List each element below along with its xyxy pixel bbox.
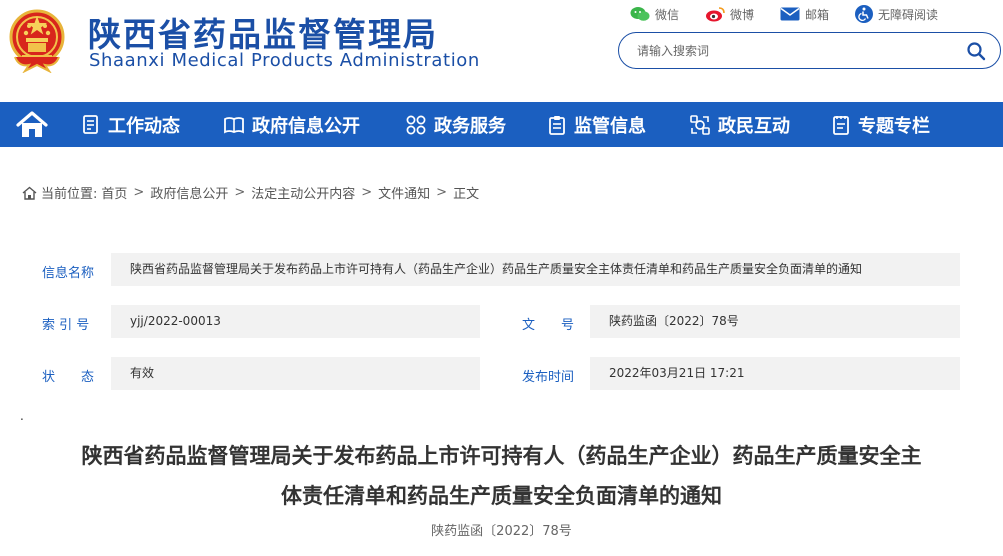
main-nav: 工作动态 政府信息公开 政务服务 监管信息 政民互动 专题专栏 (0, 102, 1003, 147)
search-input[interactable] (637, 41, 947, 61)
info-docno-value: 陕药监函〔2022〕78号 (590, 305, 960, 338)
info-name-value: 陕西省药品监督管理局关于发布药品上市许可持有人（药品生产企业）药品生产质量安全主… (111, 253, 960, 286)
interaction-icon (690, 114, 710, 135)
info-index-label: 索 引 号 (42, 318, 90, 333)
mail-icon (780, 7, 800, 21)
nav-item-label: 监管信息 (574, 115, 646, 137)
weibo-icon (706, 7, 725, 22)
nav-item-label: 政府信息公开 (252, 115, 360, 137)
mail-label: 邮箱 (805, 7, 830, 22)
accessibility-icon (855, 5, 874, 23)
breadcrumb-item-gov-info[interactable]: 政府信息公开 (150, 183, 228, 202)
clipboard-icon (549, 115, 565, 135)
wechat-link[interactable]: 微信 (630, 6, 679, 23)
info-status-label: 状 态 (42, 370, 95, 385)
nav-item-label: 政民互动 (718, 115, 790, 137)
nav-item-label: 工作动态 (108, 115, 180, 137)
info-date-label: 发布时间 (522, 370, 575, 385)
grid-icon (406, 115, 426, 134)
info-index-value: yjj/2022-00013 (111, 305, 480, 338)
breadcrumb-separator: > (133, 185, 145, 200)
nav-item-label: 专题专栏 (858, 115, 930, 137)
info-name-label: 信息名称 (42, 266, 95, 281)
site-header: 陕西省药品监督管理局 Shaanxi Medical Products Admi… (0, 0, 1003, 102)
info-docno-label: 文 号 (522, 318, 575, 333)
info-date-value: 2022年03月21日 17:21 (590, 357, 960, 390)
nav-home-button[interactable] (0, 102, 64, 147)
breadcrumb-item-notices[interactable]: 文件通知 (378, 183, 430, 202)
accessibility-label: 无障碍阅读 (878, 7, 939, 22)
article-title-line-2: 体责任清单和药品生产质量安全负面清单的通知 (281, 484, 722, 508)
breadcrumb-item-home[interactable]: 首页 (101, 183, 127, 202)
nav-item-interaction[interactable]: 政民互动 (690, 102, 790, 147)
breadcrumb-separator: > (361, 185, 373, 200)
mail-link[interactable]: 邮箱 (780, 6, 829, 23)
breadcrumb-prefix: 当前位置: (41, 187, 98, 202)
article-doc-number: 陕药监函〔2022〕78号 (431, 524, 572, 539)
nav-item-topics[interactable]: 专题专栏 (832, 102, 930, 147)
info-status-value: 有效 (111, 357, 480, 390)
breadcrumb-separator: > (436, 185, 448, 200)
nav-item-supervision[interactable]: 监管信息 (548, 102, 646, 147)
document-list-icon (83, 114, 98, 134)
nav-item-label: 政务服务 (434, 115, 506, 137)
home-outline-icon (22, 186, 37, 200)
article-title: 陕西省药品监督管理局关于发布药品上市许可持有人（药品生产企业）药品生产质量安全主… (40, 436, 963, 516)
stray-dot: . (20, 409, 24, 423)
site-title: 陕西省药品监督管理局 (88, 15, 438, 54)
weibo-label: 微博 (730, 7, 755, 22)
nav-item-gov-info[interactable]: 政府信息公开 (224, 102, 360, 147)
wechat-label: 微信 (655, 7, 680, 22)
book-icon (224, 116, 244, 133)
breadcrumb-separator: > (234, 185, 246, 200)
nav-item-gov-services[interactable]: 政务服务 (406, 102, 506, 147)
top-links: 微信 微博 邮箱 无障碍阅读 (630, 3, 938, 25)
notes-icon (833, 115, 849, 135)
nav-item-work-news[interactable]: 工作动态 (82, 102, 180, 147)
search-icon[interactable] (966, 41, 986, 61)
accessibility-link[interactable]: 无障碍阅读 (855, 5, 938, 23)
home-icon (16, 110, 48, 137)
national-emblem-icon[interactable] (7, 7, 67, 73)
breadcrumb-item-statutory[interactable]: 法定主动公开内容 (251, 183, 355, 202)
wechat-icon (630, 7, 650, 21)
weibo-link[interactable]: 微博 (705, 6, 754, 23)
breadcrumb-item-current: 正文 (453, 187, 480, 202)
search-box (618, 32, 1001, 69)
article-title-line-1: 陕西省药品监督管理局关于发布药品上市许可持有人（药品生产企业）药品生产质量安全主 (81, 444, 922, 468)
breadcrumb: 当前位置: 首页 > 政府信息公开 > 法定主动公开内容 > 文件通知 > 正文 (22, 183, 479, 202)
site-subtitle: Shaanxi Medical Products Administration (89, 50, 480, 71)
